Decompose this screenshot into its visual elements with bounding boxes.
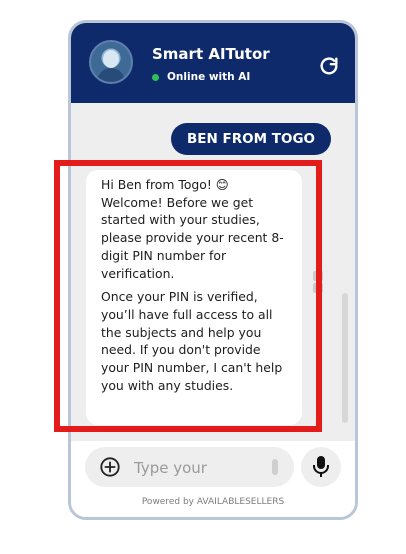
chat-header: Smart AITutor Online with AI [71,23,355,103]
message-input[interactable] [132,453,266,483]
avatar [89,40,133,84]
microphone-icon [313,456,329,477]
refresh-icon [320,57,338,75]
avatar-face [103,50,119,68]
user-message: BEN FROM TOGO [171,123,331,155]
microphone-button[interactable] [301,447,341,487]
message-input-container [85,447,294,487]
input-scrollbar[interactable] [272,459,278,475]
message-composer: Powered by AVAILABLESELLERS [71,441,355,517]
refresh-button[interactable] [318,55,340,77]
plus-circle-icon[interactable] [99,456,121,478]
avatar-body [97,68,125,82]
highlight-box [54,160,322,432]
status-text: Online with AI [167,71,251,83]
online-status: Online with AI [152,71,250,83]
powered-by: Powered by AVAILABLESELLERS [141,497,285,507]
status-dot-icon [152,73,159,81]
chat-title: Smart AITutor [152,45,270,63]
chat-scrollbar[interactable] [342,293,348,423]
